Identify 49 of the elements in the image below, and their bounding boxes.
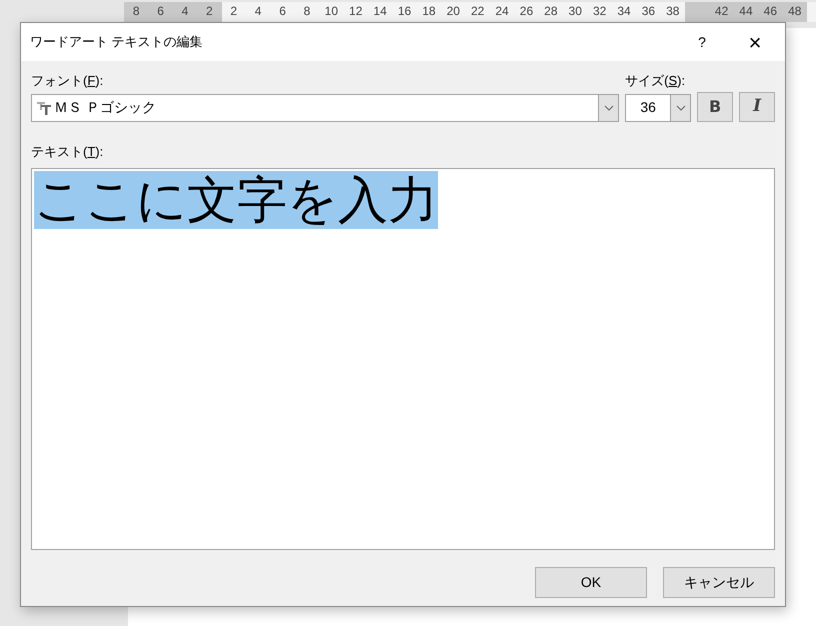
size-label: サイズ(S): — [625, 72, 686, 90]
ruler-number: 46 — [758, 2, 783, 22]
ruler-number: 22 — [470, 3, 486, 20]
close-button[interactable]: × — [725, 23, 785, 61]
ruler-number: 36 — [640, 3, 656, 20]
ruler-number: 44 — [734, 2, 758, 22]
ruler-number: 8 — [302, 3, 312, 20]
ruler-number: 16 — [396, 3, 412, 20]
ruler-number: 30 — [568, 3, 583, 20]
dropdown-button[interactable] — [670, 94, 690, 120]
size-dropdown[interactable]: 36 — [625, 94, 692, 122]
ok-button[interactable]: OK — [535, 566, 647, 598]
cancel-button[interactable]: キャンセル — [663, 566, 775, 598]
chevron-down-icon — [604, 104, 614, 110]
ruler-number: 42 — [709, 2, 734, 22]
ruler-number: 18 — [421, 3, 437, 20]
ruler-number: 28 — [543, 3, 559, 20]
ruler-number: 2 — [229, 3, 238, 20]
ruler-number: 6 — [148, 2, 173, 22]
text-area[interactable]: ここに文字を入力 — [31, 168, 775, 550]
ruler-number: 38 — [665, 3, 680, 20]
help-button[interactable]: ? — [679, 23, 725, 61]
ruler-number: 4 — [172, 2, 198, 22]
bold-button[interactable]: B — [697, 92, 734, 122]
ruler-margin — [684, 2, 710, 22]
ruler-number: 8 — [124, 2, 148, 22]
ruler-number: 4 — [254, 3, 262, 20]
window-title: ワードアート テキストの編集 — [30, 33, 204, 52]
dropdown-button[interactable] — [598, 94, 618, 120]
truetype-font-icon — [36, 100, 52, 114]
italic-button[interactable]: I — [739, 92, 776, 122]
ruler-number: 6 — [278, 3, 287, 20]
ruler-number: 10 — [324, 3, 339, 20]
font-dropdown[interactable]: ＭＳ Ｐゴシック — [31, 94, 620, 122]
ruler-number: 32 — [592, 3, 608, 20]
size-value: 36 — [639, 98, 657, 117]
ruler-number: 20 — [446, 3, 461, 20]
text-label: テキスト(T): — [31, 144, 104, 158]
font-label: フォント(F): — [31, 72, 104, 90]
ruler-number: 26 — [518, 3, 534, 20]
ruler-number: 34 — [616, 3, 632, 20]
ruler-number: 2 — [197, 2, 222, 22]
text-value: ここに文字を入力 — [34, 170, 438, 228]
chevron-down-icon — [676, 104, 686, 110]
font-value: ＭＳ Ｐゴシック — [54, 98, 157, 117]
ruler-number: 24 — [494, 3, 510, 20]
ruler-number: 14 — [372, 3, 388, 20]
ruler-number: 12 — [348, 3, 364, 20]
ruler-number: 48 — [782, 2, 807, 22]
